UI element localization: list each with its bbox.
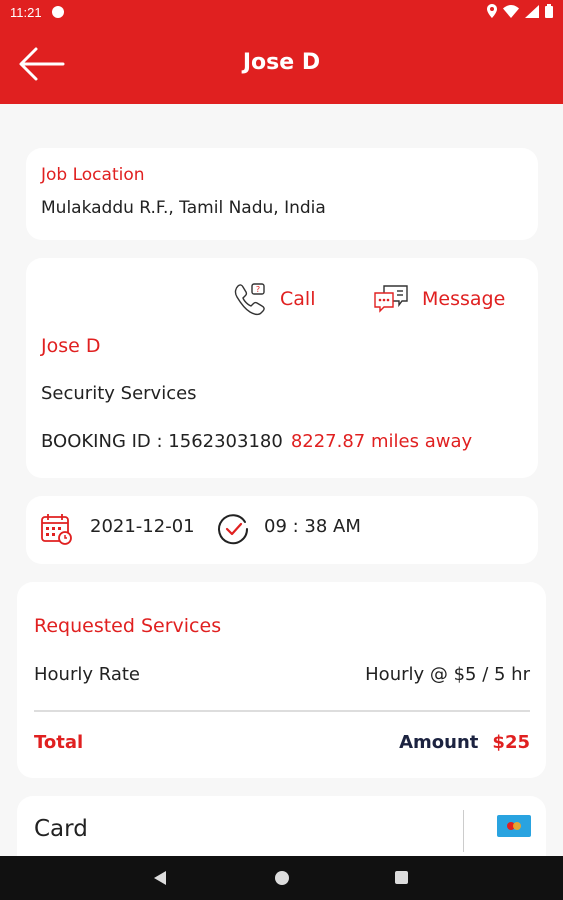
status-icons xyxy=(487,4,553,21)
svg-text:?: ? xyxy=(256,285,260,294)
distance: 8227.87 miles away xyxy=(290,431,473,452)
service-type: Security Services xyxy=(41,383,197,404)
page-title: Jose D xyxy=(242,50,321,75)
wifi-icon xyxy=(503,4,519,21)
service-item-label: Hourly Rate xyxy=(34,664,141,685)
requested-services-title: Requested Services xyxy=(34,615,222,637)
contact-card: ? Call Message Jose D Security Services … xyxy=(26,258,538,478)
calendar-icon xyxy=(41,514,72,545)
total-label: Total xyxy=(34,732,84,753)
system-nav-bar xyxy=(0,856,563,900)
message-label: Message xyxy=(422,288,506,310)
app-notification-icon xyxy=(52,6,64,18)
phone-call-icon: ? xyxy=(234,283,265,316)
nav-recents-icon[interactable] xyxy=(395,871,408,884)
divider xyxy=(34,710,530,712)
booking-row: BOOKING ID : 1562303180 8227.87 miles awa… xyxy=(41,431,472,452)
job-location-card: Job Location Mulakaddu R.F., Tamil Nadu,… xyxy=(26,148,538,240)
clock-check-icon xyxy=(218,514,249,545)
service-item-value: Hourly @ $5 / 5 hr xyxy=(365,664,530,685)
call-button[interactable]: ? Call xyxy=(232,280,315,318)
booking-id: BOOKING ID : 1562303180 xyxy=(41,431,283,452)
chat-icon xyxy=(374,285,408,313)
booking-time: 09 : 38 AM xyxy=(264,516,361,537)
divider xyxy=(463,810,464,852)
status-bar: 11:21 xyxy=(0,0,563,24)
status-time: 11:21 xyxy=(10,5,42,20)
amount-label: Amount xyxy=(399,732,479,753)
payment-method-label: Card xyxy=(34,816,88,842)
battery-icon xyxy=(545,4,553,21)
job-location-label: Job Location xyxy=(41,165,145,185)
requested-services-card: Requested Services Hourly Rate Hourly @ … xyxy=(17,582,546,778)
amount-value: $25 xyxy=(492,732,530,753)
signal-icon xyxy=(525,4,539,21)
nav-back-icon[interactable] xyxy=(153,870,167,886)
customer-name: Jose D xyxy=(41,335,101,357)
nav-home-icon[interactable] xyxy=(275,871,289,885)
app-bar: Jose D xyxy=(0,24,563,104)
message-button[interactable]: Message xyxy=(372,280,505,318)
card-icon xyxy=(497,815,531,837)
location-icon xyxy=(487,4,497,21)
booking-date: 2021-12-01 xyxy=(90,516,195,537)
call-label: Call xyxy=(280,288,316,310)
amount-row: Amount $25 xyxy=(399,732,530,753)
schedule-card: 2021-12-01 09 : 38 AM xyxy=(26,496,538,564)
job-location-value: Mulakaddu R.F., Tamil Nadu, India xyxy=(41,198,326,218)
